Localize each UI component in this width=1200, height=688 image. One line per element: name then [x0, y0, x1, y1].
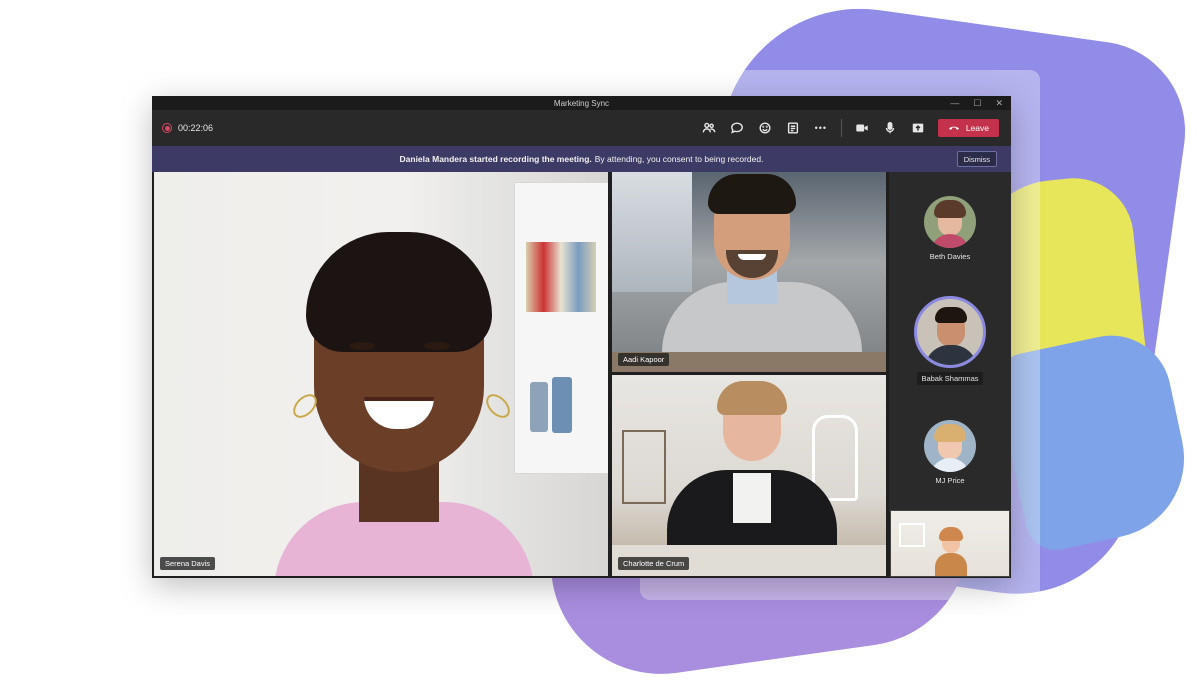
- toolbar-divider: [840, 119, 842, 137]
- self-participant: [929, 527, 973, 576]
- roster-item-speaking[interactable]: Babak Shammas: [889, 296, 1011, 385]
- roster-name: Babak Shammas: [917, 372, 983, 385]
- recording-banner-text: By attending, you consent to being recor…: [594, 154, 764, 164]
- roster-name: MJ Price: [935, 476, 965, 485]
- chat-icon[interactable]: [729, 120, 745, 136]
- participant-name-tag: Serena Davis: [160, 557, 216, 570]
- phone-hangup-icon: [948, 126, 959, 130]
- participant-name-tag: Charlotte de Crum: [618, 557, 690, 570]
- window-title: Marketing Sync: [553, 98, 610, 108]
- maximize-button[interactable]: ☐: [973, 98, 981, 109]
- recording-banner: Daniela Mandera started recording the me…: [152, 146, 1011, 172]
- leave-button[interactable]: Leave: [937, 119, 999, 137]
- frame: [899, 523, 925, 547]
- share-icon[interactable]: [910, 120, 926, 136]
- recording-icon: [162, 123, 172, 133]
- leave-label: Leave: [965, 123, 989, 133]
- video-tile-main[interactable]: Serena Davis: [154, 172, 608, 576]
- window-controls: — ☐ ✕: [950, 96, 1003, 110]
- notes-icon[interactable]: [785, 120, 801, 136]
- participant-name-tag: Aadi Kapoor: [618, 353, 670, 366]
- meeting-timer: 00:22:06: [178, 123, 214, 133]
- people-icon[interactable]: [701, 120, 717, 136]
- roster-item[interactable]: MJ Price: [889, 420, 1011, 485]
- roster-item[interactable]: Beth Davies: [889, 196, 1011, 261]
- minimize-button[interactable]: —: [950, 98, 959, 108]
- more-icon[interactable]: •••: [813, 120, 829, 136]
- video-tile-charlotte[interactable]: Charlotte de Crum: [612, 375, 886, 576]
- video-tile-aadi[interactable]: Aadi Kapoor: [612, 172, 886, 372]
- bottle: [552, 377, 572, 433]
- participant-roster: Beth Davies Babak Shammas MJ Price: [889, 172, 1011, 512]
- self-view-video[interactable]: [890, 510, 1010, 577]
- title-bar: Marketing Sync — ☐ ✕: [152, 96, 1011, 110]
- avatar: [924, 196, 976, 248]
- participant-video-aadi: [642, 172, 862, 372]
- reactions-icon[interactable]: [757, 120, 773, 136]
- toolbar-actions: ••• Leave: [701, 110, 999, 146]
- meeting-window: Marketing Sync — ☐ ✕ 00:22:06 ••• Leave …: [152, 96, 1011, 578]
- meeting-toolbar: 00:22:06 ••• Leave: [152, 110, 1011, 146]
- participant-video-serena: [214, 192, 554, 576]
- roster-name: Beth Davies: [929, 252, 971, 261]
- camera-icon[interactable]: [854, 120, 870, 136]
- video-stage: Serena Davis Aadi Kapoor Charlotte de Cr…: [152, 172, 1011, 578]
- mic-icon[interactable]: [882, 120, 898, 136]
- avatar: [924, 420, 976, 472]
- dismiss-button[interactable]: Dismiss: [956, 151, 997, 167]
- avatar: [914, 296, 986, 368]
- recording-banner-bold: Daniela Mandera started recording the me…: [399, 154, 592, 164]
- close-button[interactable]: ✕: [995, 98, 1003, 109]
